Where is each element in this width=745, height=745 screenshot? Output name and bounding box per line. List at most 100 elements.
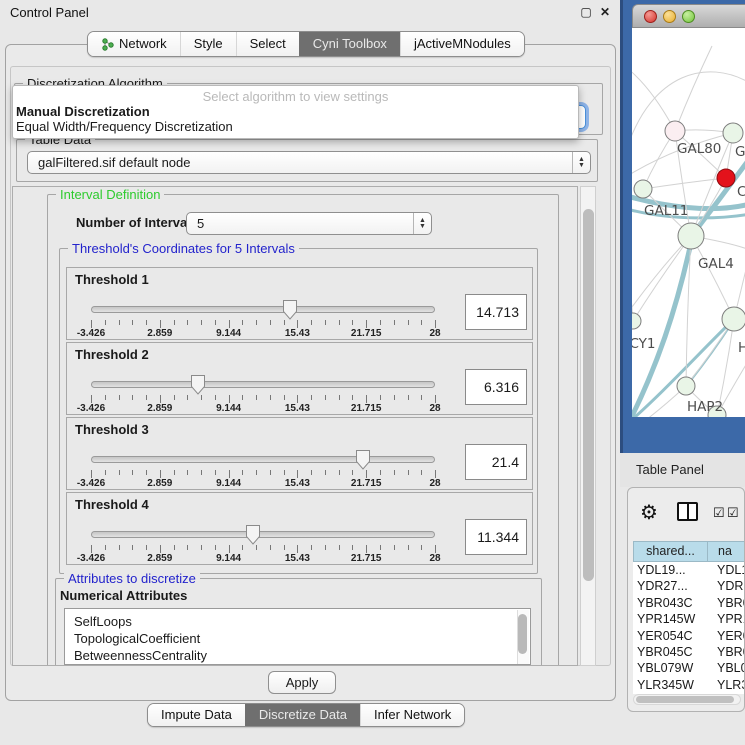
slider-tick-labels: -3.4262.8599.14415.4321.71528 bbox=[91, 328, 435, 340]
content-scrollbar bbox=[580, 186, 596, 666]
table-cell: YDR2 bbox=[707, 578, 745, 594]
tab-label: jActiveMNodules bbox=[414, 32, 511, 56]
network-window-titlebar bbox=[632, 4, 745, 28]
table-cell: YER0 bbox=[707, 628, 745, 644]
node[interactable] bbox=[722, 307, 745, 331]
network-graph: GAL80GACGAL11GAL4GCY1HHAP2 bbox=[632, 28, 745, 417]
settings-scroll-area: Interval Definition Number of Intervals … bbox=[12, 186, 578, 666]
close-icon[interactable]: ✕ bbox=[598, 5, 612, 19]
node-label-gal80: GAL80 bbox=[677, 141, 721, 157]
GAL4-node[interactable] bbox=[678, 223, 704, 249]
threshold-label: Threshold 3 bbox=[75, 422, 149, 437]
popup-item-manual[interactable]: Manual Discretization bbox=[16, 104, 150, 119]
attribute-list-item[interactable]: TopologicalCoefficient bbox=[65, 630, 530, 647]
checkbox-icon[interactable]: ☑ bbox=[727, 505, 739, 521]
table-data-combo[interactable]: galFiltered.sif default node ▲▼ bbox=[27, 151, 591, 174]
table-body: YDL19...YDL1YDR27...YDR2YBR043CYBR0YPR14… bbox=[633, 562, 745, 694]
table-row[interactable]: YDL19...YDL1 bbox=[633, 562, 745, 578]
threshold-row-3: Threshold 3 -3.4262.8599.14415.4321.71528… bbox=[66, 417, 533, 490]
network-edge bbox=[632, 248, 633, 321]
list-scrollbar-thumb[interactable] bbox=[518, 614, 527, 654]
table-panel-titlebar: Table Panel bbox=[620, 453, 745, 487]
attributes-group: Attributes to discretize Numerical Attri… bbox=[55, 578, 542, 666]
tab-discretize-data[interactable]: Discretize Data bbox=[245, 704, 360, 726]
slider-tick-labels: -3.4262.8599.14415.4321.71528 bbox=[91, 403, 435, 415]
table-row[interactable]: YER054CYER0 bbox=[633, 628, 745, 644]
combo-stepper-icon[interactable]: ▲▼ bbox=[413, 213, 431, 234]
GAL11-node[interactable] bbox=[634, 180, 652, 198]
list-scrollbar bbox=[517, 610, 529, 665]
thresholds-group-title: Threshold's Coordinates for 5 Intervals bbox=[68, 241, 299, 256]
minimize-traffic-icon[interactable] bbox=[663, 10, 676, 23]
table-row[interactable]: YLR345WYLR3 bbox=[633, 677, 745, 693]
table-hscrollbar-thumb[interactable] bbox=[636, 696, 734, 703]
column-header-1[interactable]: shared... bbox=[633, 541, 707, 562]
threshold-value-field[interactable]: 6.316 bbox=[465, 369, 527, 405]
float-window-icon[interactable]: ▢ bbox=[579, 5, 593, 19]
network-icon bbox=[101, 38, 114, 51]
network-canvas[interactable]: GAL80GACGAL11GAL4GCY1HHAP2 bbox=[632, 28, 745, 417]
attribute-list-item[interactable]: SelfLoops bbox=[65, 609, 530, 630]
number-of-intervals-combo[interactable]: 5 ▲▼ bbox=[186, 212, 432, 235]
table-row[interactable]: YDR27...YDR2 bbox=[633, 578, 745, 594]
table-row[interactable]: YBL079WYBL0 bbox=[633, 660, 745, 676]
table-row[interactable]: YBR043CYBR0 bbox=[633, 595, 745, 611]
node[interactable] bbox=[723, 123, 743, 143]
table-data-group: Table Data galFiltered.sif default node … bbox=[16, 139, 598, 182]
tab-select[interactable]: Select bbox=[236, 32, 299, 56]
table-cell: YDL19... bbox=[633, 562, 707, 578]
tab-network[interactable]: Network bbox=[88, 32, 180, 56]
network-edge bbox=[691, 236, 734, 319]
threshold-value-field[interactable]: 21.4 bbox=[465, 444, 527, 480]
threshold-slider-handle[interactable] bbox=[355, 449, 371, 471]
threshold-slider-handle[interactable] bbox=[282, 299, 298, 321]
popup-item-equal-width[interactable]: Equal Width/Frequency Discretization bbox=[16, 119, 233, 134]
HAP2-node[interactable] bbox=[677, 377, 695, 395]
table-cell: YER054C bbox=[633, 628, 707, 644]
bottom-tab-bar: Impute DataDiscretize DataInfer Network bbox=[147, 703, 465, 727]
threshold-slider-track[interactable] bbox=[91, 531, 435, 538]
node-label-gal11: GAL11 bbox=[644, 203, 688, 219]
attribute-list-item[interactable]: BetweennessCentrality bbox=[65, 647, 530, 664]
slider-tick-labels: -3.4262.8599.14415.4321.71528 bbox=[91, 553, 435, 565]
threshold-slider-track[interactable] bbox=[91, 306, 435, 313]
threshold-slider-handle[interactable] bbox=[190, 374, 206, 396]
table-panel: ⚙ ☑ ☑ shared...na YDL19...YDL1YDR27...YD… bbox=[627, 487, 745, 712]
threshold-row-1: Threshold 1 -3.4262.8599.14415.4321.71528… bbox=[66, 267, 533, 340]
tab-style[interactable]: Style bbox=[180, 32, 236, 56]
table-cell: YDL1 bbox=[707, 562, 745, 578]
gear-icon[interactable]: ⚙ bbox=[640, 500, 658, 525]
table-cell: YBR045C bbox=[633, 644, 707, 660]
threshold-label: Threshold 4 bbox=[75, 497, 149, 512]
tab-infer-network[interactable]: Infer Network bbox=[360, 704, 464, 726]
table-header-row: shared...na bbox=[633, 541, 745, 562]
table-toolbar: ⚙ ☑ ☑ bbox=[628, 488, 744, 540]
column-header-2[interactable]: na bbox=[707, 541, 745, 562]
tab-cyni-toolbox[interactable]: Cyni Toolbox bbox=[299, 32, 400, 56]
split-columns-icon[interactable] bbox=[677, 502, 698, 521]
threshold-label: Threshold 2 bbox=[75, 347, 149, 362]
table-row[interactable]: YPR145WYPR1 bbox=[633, 611, 745, 627]
node[interactable] bbox=[717, 169, 735, 187]
threshold-slider-track[interactable] bbox=[91, 381, 435, 388]
table-cell: YPR1 bbox=[707, 611, 745, 627]
close-traffic-icon[interactable] bbox=[644, 10, 657, 23]
apply-button[interactable]: Apply bbox=[268, 671, 336, 694]
algorithm-popup: Select algorithm to view settings Manual… bbox=[12, 85, 579, 139]
threshold-label: Threshold 1 bbox=[75, 272, 149, 287]
threshold-slider-handle[interactable] bbox=[245, 524, 261, 546]
combo-stepper-icon[interactable]: ▲▼ bbox=[572, 152, 590, 173]
tab-impute-data[interactable]: Impute Data bbox=[148, 704, 245, 726]
GAL80-node[interactable] bbox=[665, 121, 685, 141]
GCY1-node[interactable] bbox=[632, 313, 641, 329]
table-cell: YDR27... bbox=[633, 578, 707, 594]
maximize-traffic-icon[interactable] bbox=[682, 10, 695, 23]
slider-tick-labels: -3.4262.8599.14415.4321.71528 bbox=[91, 478, 435, 490]
table-row[interactable]: YBR045CYBR0 bbox=[633, 644, 745, 660]
tab-jactivemnodules[interactable]: jActiveMNodules bbox=[400, 32, 524, 56]
threshold-slider-track[interactable] bbox=[91, 456, 435, 463]
checkbox-icon[interactable]: ☑ bbox=[713, 505, 725, 521]
threshold-value-field[interactable]: 11.344 bbox=[465, 519, 527, 555]
threshold-value-field[interactable]: 14.713 bbox=[465, 294, 527, 330]
content-scrollbar-thumb[interactable] bbox=[583, 209, 594, 581]
